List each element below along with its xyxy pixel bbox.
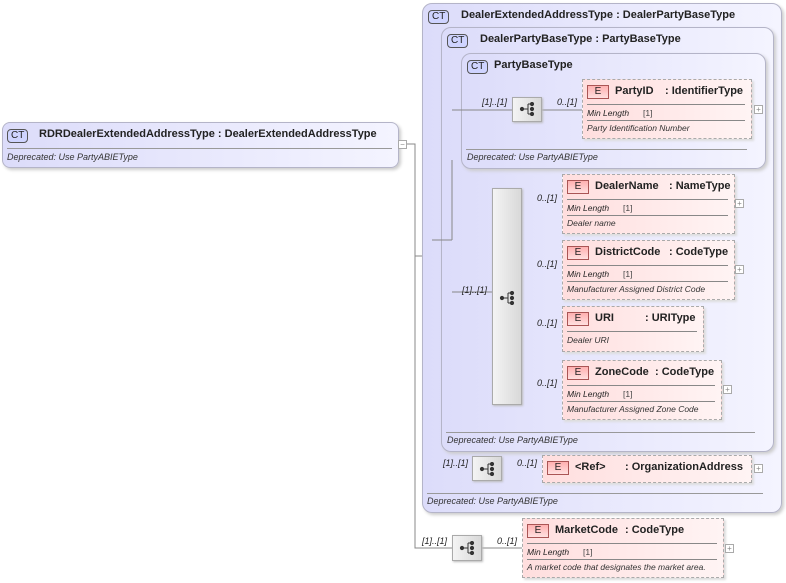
facet-label: Min Length — [567, 269, 610, 279]
ct-badge: CT — [467, 60, 489, 74]
facet-label: Min Length — [567, 203, 610, 213]
element-doc: A market code that designates the market… — [527, 562, 706, 572]
facet-value: [1] — [623, 389, 633, 399]
element-badge: E — [567, 366, 589, 380]
middle-title: DealerPartyBaseType : PartyBaseType — [480, 33, 681, 45]
cardinality: 0..[1] — [537, 259, 558, 269]
sequence-compositor[interactable] — [492, 188, 522, 405]
sequence-icon — [479, 462, 495, 476]
divider — [567, 401, 715, 402]
divider — [446, 432, 755, 433]
divider — [527, 543, 717, 544]
divider — [587, 120, 745, 121]
divider — [427, 493, 763, 494]
expand-button[interactable]: + — [723, 385, 732, 394]
element-doc: Party Identification Number — [587, 123, 690, 133]
sequence-icon — [459, 541, 475, 555]
element-name: MarketCode — [555, 524, 618, 536]
outer-doc: Deprecated: Use PartyABIEType — [427, 496, 558, 506]
element-dealer-name[interactable]: E DealerName : NameType Min Length [1] D… — [562, 174, 735, 234]
element-badge: E — [547, 461, 569, 475]
sequence-compositor[interactable] — [472, 456, 502, 481]
element-badge: E — [567, 246, 589, 260]
element-type: : URIType — [645, 312, 696, 324]
root-complex-type[interactable]: CT RDRDealerExtendedAddressType : Dealer… — [2, 122, 399, 168]
expand-button[interactable]: + — [754, 105, 763, 114]
cardinality: 0..[1] — [537, 378, 558, 388]
divider — [466, 149, 747, 150]
facet-label: Min Length — [567, 389, 610, 399]
element-badge: E — [567, 180, 589, 194]
sequence-compositor[interactable] — [512, 97, 542, 122]
cardinality: [1]..[1] — [462, 285, 488, 295]
cardinality: 0..[1] — [557, 97, 578, 107]
cardinality: [1]..[1] — [482, 97, 508, 107]
element-zone-code[interactable]: E ZoneCode : CodeType Min Length [1] Man… — [562, 360, 722, 420]
element-district-code[interactable]: E DistrictCode : CodeType Min Length [1]… — [562, 240, 735, 300]
element-doc: Manufacturer Assigned Zone Code — [567, 404, 699, 414]
sequence-icon — [499, 291, 515, 305]
element-type: : CodeType — [669, 246, 729, 258]
cardinality: 0..[1] — [517, 458, 538, 468]
ct-badge: CT — [447, 34, 469, 48]
divider — [527, 559, 717, 560]
element-name: DealerName — [595, 180, 659, 192]
element-type: : OrganizationAddress — [625, 461, 743, 473]
element-uri[interactable]: E URI : URIType Dealer URI — [562, 306, 704, 352]
cardinality: 0..[1] — [537, 318, 558, 328]
divider — [567, 281, 728, 282]
element-name: PartyID — [615, 85, 654, 97]
divider — [7, 148, 392, 149]
ct-badge: CT — [428, 10, 450, 24]
facet-value: [1] — [583, 547, 593, 557]
divider — [567, 385, 715, 386]
element-type: : IdentifierType — [665, 85, 744, 97]
facet-value: [1] — [623, 269, 633, 279]
outer-title: DealerExtendedAddressType : DealerPartyB… — [461, 9, 736, 21]
expand-button[interactable]: + — [735, 199, 744, 208]
element-badge: E — [587, 85, 609, 99]
divider — [567, 265, 728, 266]
sequence-compositor[interactable] — [452, 535, 482, 561]
cardinality: [1]..[1] — [422, 536, 448, 546]
element-badge: E — [567, 312, 589, 326]
element-name: URI — [595, 312, 614, 324]
element-type: : CodeType — [625, 524, 685, 536]
facet-value: [1] — [643, 108, 653, 118]
divider — [567, 331, 697, 332]
element-badge: E — [527, 524, 549, 538]
element-doc: Dealer URI — [567, 335, 610, 345]
cardinality: 0..[1] — [497, 536, 518, 546]
cardinality: [1]..[1] — [443, 458, 469, 468]
element-market-code[interactable]: E MarketCode : CodeType Min Length [1] A… — [522, 518, 724, 578]
ct-badge: CT — [7, 129, 29, 143]
middle-doc: Deprecated: Use PartyABIEType — [447, 435, 578, 445]
collapse-button[interactable]: − — [398, 140, 407, 149]
root-doc: Deprecated: Use PartyABIEType — [7, 152, 138, 162]
divider — [567, 215, 728, 216]
facet-label: Min Length — [587, 108, 630, 118]
inner-doc: Deprecated: Use PartyABIEType — [467, 152, 598, 162]
element-type: : NameType — [669, 180, 731, 192]
element-ref-organization-address[interactable]: E <Ref> : OrganizationAddress — [542, 455, 752, 483]
facet-label: Min Length — [527, 547, 570, 557]
inner-title: PartyBaseType — [494, 59, 573, 71]
element-name: ZoneCode — [595, 366, 649, 378]
element-name: <Ref> — [575, 461, 606, 473]
sequence-icon — [519, 102, 535, 116]
element-type: : CodeType — [655, 366, 715, 378]
element-name: DistrictCode — [595, 246, 661, 258]
divider — [567, 199, 728, 200]
expand-button[interactable]: + — [754, 464, 763, 473]
facet-value: [1] — [623, 203, 633, 213]
expand-button[interactable]: + — [735, 265, 744, 274]
expand-button[interactable]: + — [725, 544, 734, 553]
root-title: RDRDealerExtendedAddressType : DealerExt… — [39, 128, 377, 140]
element-doc: Manufacturer Assigned District Code — [567, 284, 706, 294]
element-doc: Dealer name — [567, 218, 616, 228]
divider — [587, 104, 745, 105]
element-party-id[interactable]: E PartyID : IdentifierType Min Length [1… — [582, 79, 752, 139]
cardinality: 0..[1] — [537, 193, 558, 203]
